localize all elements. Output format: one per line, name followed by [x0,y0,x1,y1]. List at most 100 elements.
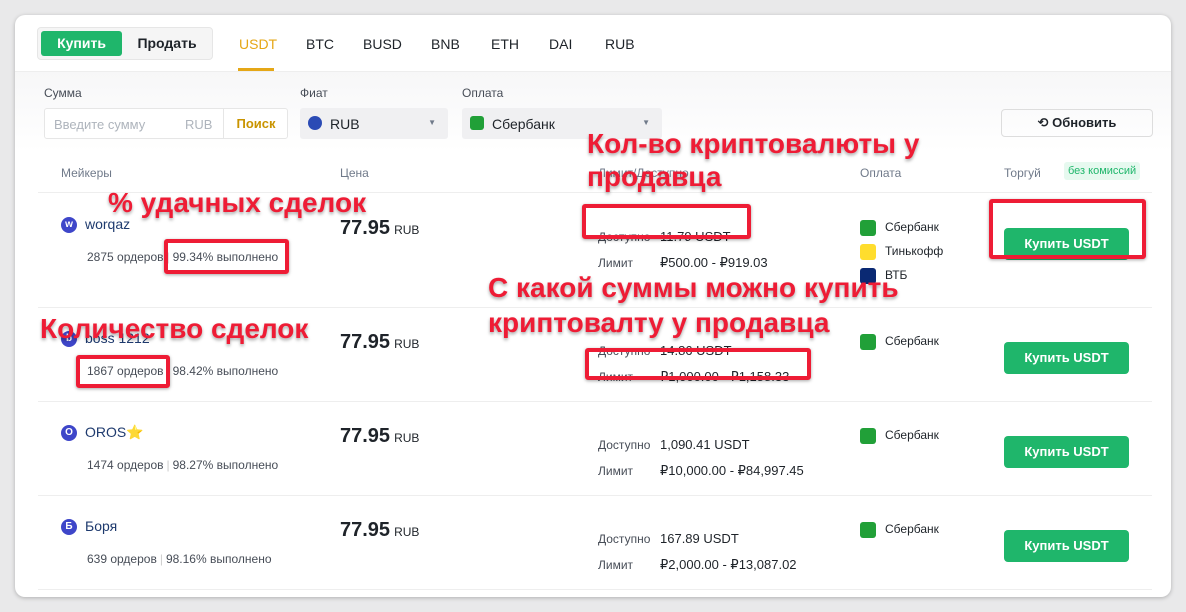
refresh-label: Обновить [1052,115,1117,130]
orders-count: 639 ордеров [87,552,157,566]
annotation-success-rate: % удачных сделок [108,187,367,218]
tab-usdt[interactable]: USDT [239,36,277,52]
active-tab-indicator [238,68,274,71]
completion-rate: 98.27% выполнено [172,458,279,472]
annotation-crypto-amount-1: Кол-во криптовалюты у [587,128,920,159]
payment-icon [860,428,876,444]
payment-label: Оплата [462,86,504,100]
payment-name: Сбербанк [885,428,939,443]
price-value: 77.95 [340,331,391,353]
row-divider [38,401,1152,402]
sell-mode-button[interactable]: Продать [126,31,208,56]
highlight-box [164,239,289,274]
limit-value: ₽2,000.00 - ₽13,087.02 [660,557,797,572]
price-value: 77.95 [340,519,391,541]
payment-name: Сбербанк [885,220,939,235]
sberbank-icon [470,116,484,130]
price-currency: RUB [394,525,420,539]
payment-method: Тинькофф [860,244,943,260]
payment-method: Сбербанк [860,522,939,538]
limit-label: Лимит [598,464,634,478]
annotation-min-sum-1: С какой суммы можно купить [488,272,899,303]
available-label: Доступно [598,532,651,546]
tab-rub[interactable]: RUB [605,36,635,52]
tab-dai[interactable]: DAI [549,36,572,52]
tab-busd[interactable]: BUSD [363,36,402,52]
avatar: Б [61,519,77,535]
price-currency: RUB [394,223,420,237]
amount-label: Сумма [44,86,82,100]
limit-label: Лимит [598,558,634,572]
buy-usdt-button[interactable]: Купить USDT [1004,342,1129,374]
refresh-icon: ⟲ [1037,115,1053,130]
chevron-down-icon: ▼ [428,118,436,127]
price-value: 77.95 [340,217,391,239]
fiat-value: RUB [330,116,360,132]
price-value: 77.95 [340,425,391,447]
price: 77.95 RUB [340,519,419,542]
highlight-box [582,204,751,239]
payment-name: Тинькофф [885,244,944,259]
highlight-box [76,355,170,388]
annotation-crypto-amount-2: продавца [587,161,722,192]
amount-placeholder: Введите сумму [54,117,146,132]
buy-usdt-button[interactable]: Купить USDT [1004,436,1129,468]
amount-currency: RUB [185,117,213,132]
maker-stats: 1474 ордеров | 98.27% выполнено [87,458,279,472]
payment-method: Сбербанк [860,428,939,444]
price-currency: RUB [394,337,420,351]
completion-rate: 98.42% выполнено [172,364,279,378]
no-fee-badge: без комиссий [1064,162,1141,180]
payment-icon [860,334,876,350]
payment-icon [860,522,876,538]
buy-mode-button[interactable]: Купить [41,31,122,56]
avatar: O [61,425,77,441]
payment-name: Сбербанк [885,522,939,537]
maker-name[interactable]: OROS⭐ [85,424,144,441]
limit-value: ₽10,000.00 - ₽84,997.45 [660,463,804,478]
available-label: Доступно [598,438,651,452]
limit-label: Лимит [598,256,634,270]
amount-input[interactable]: Введите сумму RUB Поиск [44,108,288,139]
limit-value: ₽500.00 - ₽919.03 [660,255,768,270]
col-payment: Оплата [860,166,902,180]
available-value: 167.89 USDT [660,531,739,546]
buy-sell-toggle: Купить Продать [37,27,213,60]
avatar: w [61,217,77,233]
row-divider [38,495,1152,496]
annotation-min-sum-2: криптовалту у продавца [488,307,830,338]
ruble-icon [308,116,322,130]
refresh-button[interactable]: ⟲ Обновить [1001,109,1153,137]
maker-stats: 639 ордеров | 98.16% выполнено [87,552,272,566]
payment-icon [860,220,876,236]
col-makers: Мейкеры [61,166,112,180]
fiat-select[interactable]: RUB ▼ [300,108,448,139]
tab-btc[interactable]: BTC [306,36,334,52]
orders-count: 2875 ордеров [87,250,164,264]
fiat-label: Фиат [300,86,328,100]
annotation-deal-count: Количество сделок [40,313,309,344]
payment-value: Сбербанк [492,116,555,132]
col-price: Цена [340,166,369,180]
chevron-down-icon: ▼ [642,118,650,127]
available-value: 1,090.41 USDT [660,437,750,452]
payment-method: Сбербанк [860,220,939,236]
payment-method: Сбербанк [860,334,939,350]
maker-name[interactable]: Боря [85,518,117,534]
orders-count: 1474 ордеров [87,458,164,472]
col-trade: Торгуй [1004,166,1041,180]
highlight-box [989,199,1146,259]
p2p-window: Купить Продать USDT BTC BUSD BNB ETH DAI… [15,15,1171,597]
payment-icon [860,244,876,260]
buy-usdt-button[interactable]: Купить USDT [1004,530,1129,562]
price: 77.95 RUB [340,217,419,240]
highlight-box [585,348,811,380]
price: 77.95 RUB [340,425,419,448]
price-currency: RUB [394,431,420,445]
payment-name: Сбербанк [885,334,939,349]
top-bar: Купить Продать USDT BTC BUSD BNB ETH DAI… [15,15,1171,72]
completion-rate: 98.16% выполнено [165,552,272,566]
tab-bnb[interactable]: BNB [431,36,460,52]
tab-eth[interactable]: ETH [491,36,519,52]
search-button[interactable]: Поиск [223,109,288,138]
